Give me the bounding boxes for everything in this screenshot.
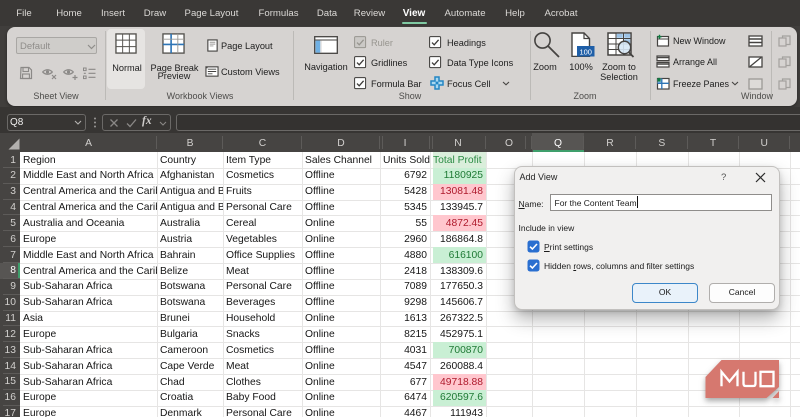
svg-text:100: 100 — [579, 47, 592, 56]
